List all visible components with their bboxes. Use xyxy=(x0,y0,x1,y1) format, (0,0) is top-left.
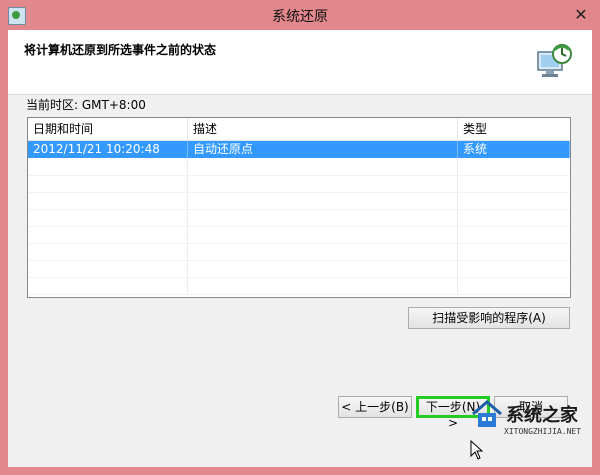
dialog-header: 将计算机还原到所选事件之前的状态 xyxy=(8,30,592,95)
back-button[interactable]: < 上一步(B) xyxy=(338,396,412,418)
empty-row xyxy=(28,226,570,244)
watermark-logo: 系统之家 XITONGZHIJIA.NET xyxy=(468,393,598,455)
watermark-text: 系统之家 xyxy=(506,405,578,426)
empty-row xyxy=(28,175,570,193)
watermark-url: XITONGZHIJIA.NET xyxy=(504,427,582,436)
page-heading: 将计算机还原到所选事件之前的状态 xyxy=(24,43,217,57)
window-title: 系统还原 xyxy=(272,9,328,25)
row-type: 系统 xyxy=(458,141,570,158)
close-button[interactable]: ✕ xyxy=(570,6,592,24)
empty-row xyxy=(28,192,570,210)
house-logo-icon xyxy=(472,400,502,427)
restore-point-row[interactable]: 2012/11/21 10:20:48 自动还原点 系统 xyxy=(28,141,570,158)
column-header-type[interactable]: 类型 xyxy=(458,118,570,140)
column-header-description[interactable]: 描述 xyxy=(188,118,458,140)
list-header: 日期和时间 描述 类型 xyxy=(28,118,570,141)
column-header-datetime[interactable]: 日期和时间 xyxy=(28,118,188,140)
empty-row xyxy=(28,243,570,261)
restore-point-list[interactable]: 日期和时间 描述 类型 2012/11/21 10:20:48 自动还原点 系统 xyxy=(27,117,571,298)
row-datetime: 2012/11/21 10:20:48 xyxy=(28,141,188,158)
empty-row xyxy=(28,158,570,176)
empty-row xyxy=(28,260,570,278)
system-restore-icon xyxy=(537,44,572,77)
title-bar: 系统还原 ✕ xyxy=(0,0,600,30)
empty-row xyxy=(28,209,570,227)
timezone-label: 当前时区: GMT+8:00 xyxy=(26,98,146,112)
scan-affected-programs-button[interactable]: 扫描受影响的程序(A) xyxy=(408,307,570,329)
row-description: 自动还原点 xyxy=(188,141,458,158)
empty-row xyxy=(28,277,570,295)
mouse-cursor-icon xyxy=(470,440,484,460)
